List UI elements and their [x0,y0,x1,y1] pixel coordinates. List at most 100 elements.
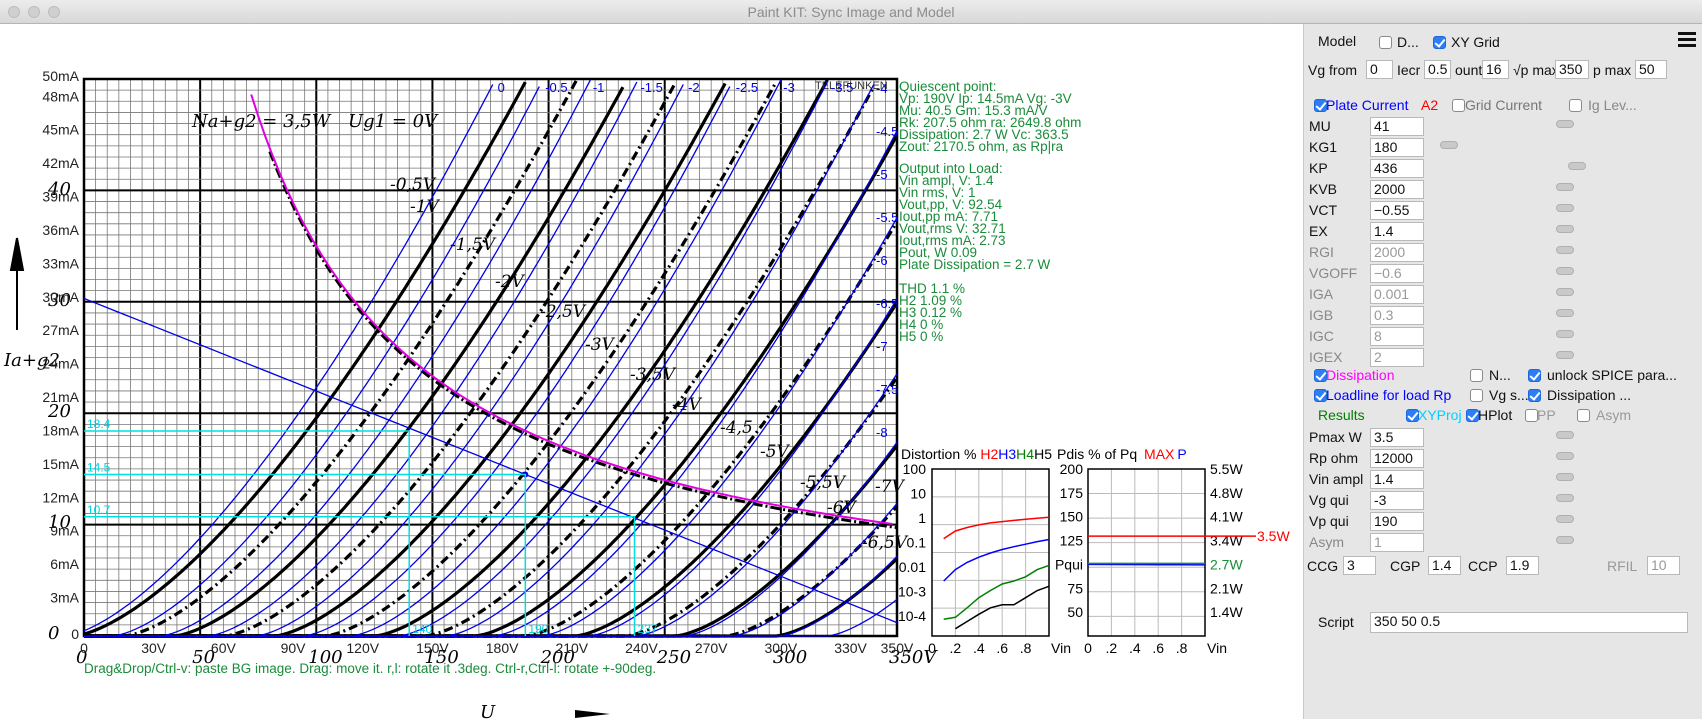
load-param-input[interactable]: 1.4 [1370,470,1424,489]
param-label: KG1 [1309,139,1338,155]
dissipation2-checkbox[interactable] [1528,389,1541,402]
param-slider[interactable] [1435,221,1695,241]
x-tick-label: 60V [211,640,237,656]
load-param-slider[interactable] [1435,532,1695,552]
param-slider-thumb[interactable] [1556,204,1574,212]
vg-from-input[interactable]: 0 [1366,60,1393,79]
load-param-input[interactable]: 190 [1370,512,1424,531]
pdis-title-max: MAX [1144,446,1175,462]
asym-label: Asym [1596,407,1631,423]
param-slider[interactable] [1435,158,1695,178]
load-param-label: Rp ohm [1309,450,1359,466]
param-slider-thumb[interactable] [1439,141,1458,149]
param-input[interactable]: 2 [1370,348,1424,367]
load-param-slider-thumb[interactable] [1556,494,1574,502]
param-slider-thumb[interactable] [1556,225,1574,233]
dist-x-tick: .6 [996,640,1008,656]
rfil-input[interactable]: 10 [1647,556,1680,575]
param-slider-thumb[interactable] [1556,267,1574,275]
pdis-x-tick: Vin [1207,640,1227,656]
pdis-right-tick: 3.4W [1210,533,1243,549]
load-param-slider-thumb[interactable] [1556,515,1574,523]
load-param-slider[interactable] [1435,448,1695,468]
param-slider[interactable] [1435,116,1695,136]
param-slider[interactable] [1435,200,1695,220]
param-slider[interactable] [1435,242,1695,262]
load-param-slider-thumb[interactable] [1556,452,1574,460]
load-param-slider[interactable] [1435,469,1695,489]
ig-lev-checkbox[interactable] [1569,99,1582,112]
load-param-input[interactable]: 12000 [1370,449,1424,468]
param-slider[interactable] [1435,326,1695,346]
pdis-right-tick: 4.8W [1210,485,1243,501]
param-slider[interactable] [1435,137,1695,157]
ccp-input[interactable]: 1.9 [1506,556,1539,575]
control-panel: Model D... XY Grid Vg from 0 Iecr 0.5 ou… [1303,24,1702,719]
bg-vg-label: -3V [585,335,616,355]
xy-grid-checkbox[interactable] [1433,36,1446,49]
param-input[interactable]: 436 [1370,159,1424,178]
load-param-input[interactable]: -3 [1370,491,1424,510]
cgp-input[interactable]: 1.4 [1428,556,1461,575]
grid-current-checkbox[interactable] [1452,99,1465,112]
bg-vg-label: -5V [760,442,791,462]
param-slider[interactable] [1435,347,1695,367]
d-checkbox[interactable] [1379,36,1392,49]
param-input[interactable]: 2000 [1370,243,1424,262]
param-input[interactable]: 180 [1370,138,1424,157]
param-row: KG1 180 [1304,137,1702,158]
param-slider-thumb[interactable] [1556,246,1574,254]
load-param-slider[interactable] [1435,490,1695,510]
load-param-slider[interactable] [1435,427,1695,447]
param-slider[interactable] [1435,305,1695,325]
param-input[interactable]: 0.3 [1370,306,1424,325]
load-param-input[interactable]: 3.5 [1370,428,1424,447]
y-tick-label: 39mA [42,189,79,205]
param-input[interactable]: 8 [1370,327,1424,346]
plot-canvas[interactable]: Na+g2 = 3,5W Ug1 = 0VIa+g2TELEFUNKENU-0,5… [0,24,1302,719]
param-slider[interactable] [1435,284,1695,304]
load-param-input[interactable]: 1 [1370,533,1424,552]
param-slider-thumb[interactable] [1556,288,1574,296]
load-param-slider-thumb[interactable] [1556,431,1574,439]
plate-curve [84,84,684,637]
asym-checkbox[interactable] [1577,409,1590,422]
param-input[interactable]: −0.55 [1370,201,1424,220]
ccg-input[interactable]: 3 [1343,556,1376,575]
load-param-slider-thumb[interactable] [1556,473,1574,481]
param-input[interactable]: 2000 [1370,180,1424,199]
incr-input[interactable]: 0.5 [1424,60,1451,79]
bg-ug1-label: Ug1 = 0V [348,111,439,132]
param-input[interactable]: −0.6 [1370,264,1424,283]
param-input[interactable]: 1.4 [1370,222,1424,241]
param-slider-thumb[interactable] [1568,162,1587,170]
param-slider-thumb[interactable] [1556,351,1574,359]
load-param-slider[interactable] [1435,511,1695,531]
vg-curve-label: -2.5 [736,80,758,95]
load-param-slider-thumb[interactable] [1556,536,1574,544]
param-slider-thumb[interactable] [1556,120,1574,128]
y-tick-label: 42mA [42,155,79,171]
param-slider-thumb[interactable] [1556,309,1574,317]
hamburger-menu-icon[interactable] [1678,32,1696,50]
unlock-spice-checkbox[interactable] [1528,369,1541,382]
param-input[interactable]: 0.001 [1370,285,1424,304]
param-slider[interactable] [1435,179,1695,199]
ip-max-input[interactable]: 50 [1635,60,1667,79]
script-input[interactable]: 350 50 0.5 [1370,612,1688,633]
param-slider[interactable] [1435,263,1695,283]
dist-x-tick: .2 [950,640,962,656]
vp-max-input[interactable]: 350 [1555,60,1589,79]
pdis-max-label: 3.5W [1257,528,1290,544]
param-label: EX [1309,223,1328,239]
param-slider-thumb[interactable] [1556,330,1574,338]
vg-curve-label: -1.5 [640,80,662,95]
y-tick-label: 21mA [42,389,79,405]
n-checkbox[interactable] [1470,369,1483,382]
count-input[interactable]: 16 [1482,60,1509,79]
pdis-y-tick: 175 [1060,485,1084,501]
param-slider-thumb[interactable] [1556,183,1574,191]
param-row: RGI 2000 [1304,242,1702,263]
param-input[interactable]: 41 [1370,117,1424,136]
vg-s-checkbox[interactable] [1470,389,1483,402]
